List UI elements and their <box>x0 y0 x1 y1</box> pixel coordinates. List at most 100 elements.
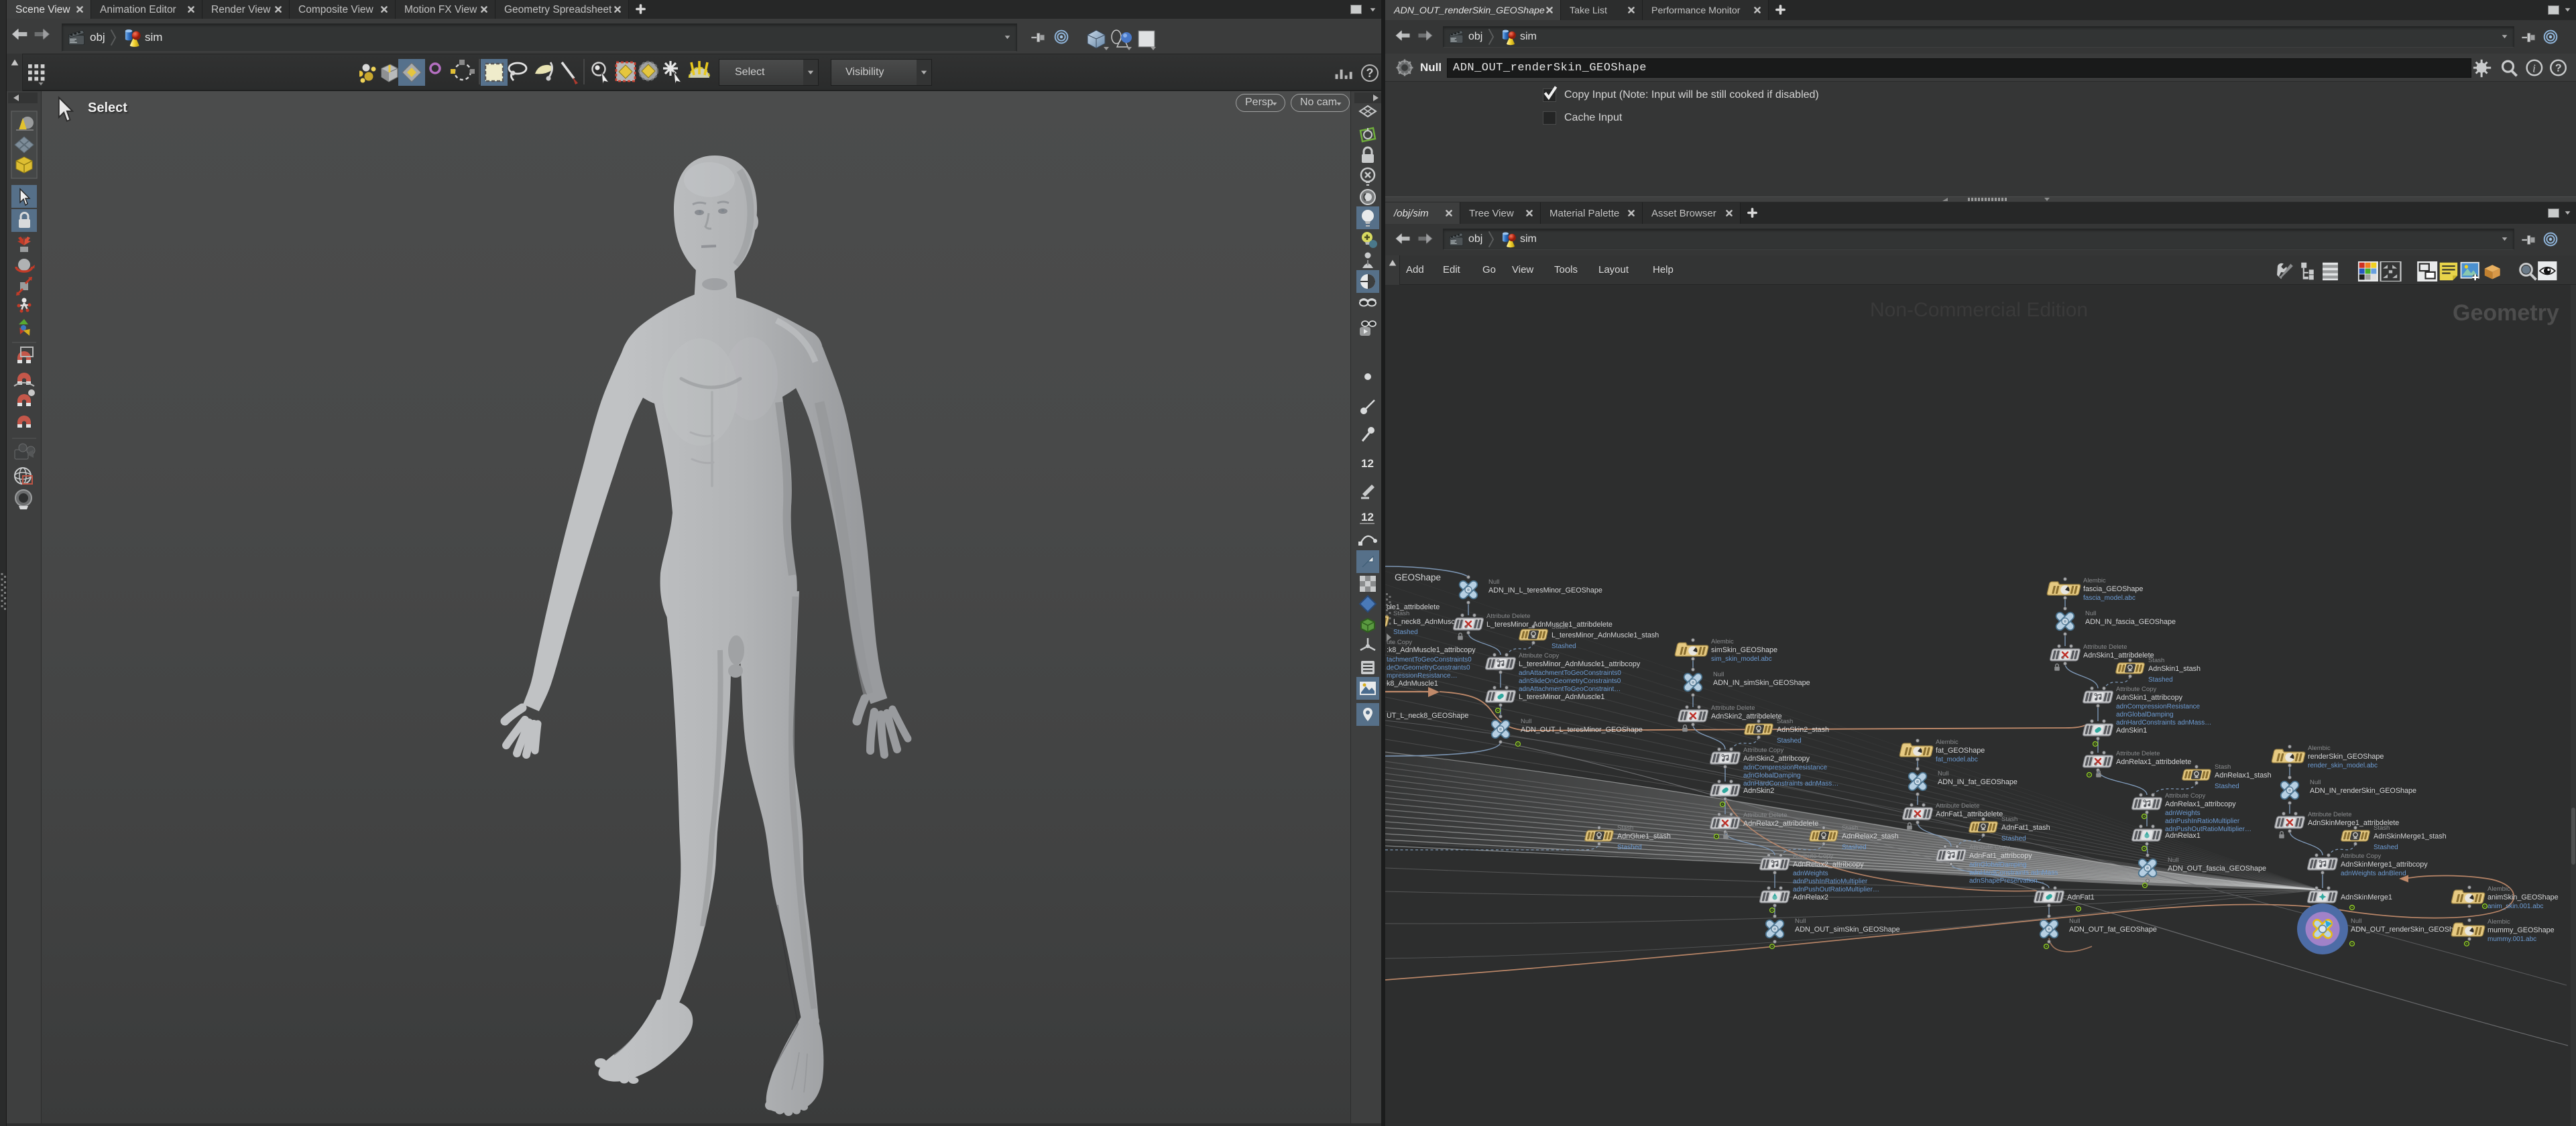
svg-text:Attribute Copy: Attribute Copy <box>2116 686 2156 693</box>
svg-text:ADN_OUT_simSkin_GEOShape: ADN_OUT_simSkin_GEOShape <box>1795 926 1900 934</box>
svg-text:ute Copy: ute Copy <box>1387 639 1412 646</box>
svg-text:adnPushOutRatioMultiplier…: adnPushOutRatioMultiplier… <box>1793 886 1879 893</box>
svg-text:Stash: Stash <box>1393 610 1409 617</box>
svg-text:Attribute Copy: Attribute Copy <box>1743 747 1783 754</box>
svg-text:Alembic: Alembic <box>1936 739 1958 746</box>
svg-text:AdnSkin1: AdnSkin1 <box>2116 727 2147 735</box>
svg-text:Stashed: Stashed <box>2374 844 2398 851</box>
svg-text:adnGlobalDamping: adnGlobalDamping <box>2116 711 2174 718</box>
svg-text:?: ? <box>2555 63 2562 74</box>
svg-text:Stashed: Stashed <box>1552 643 1576 650</box>
svg-text:adnGlobalDamping: adnGlobalDamping <box>1743 772 1801 779</box>
svg-text:AdnFat1_attribdelete: AdnFat1_attribdelete <box>1936 810 2003 818</box>
svg-text:ADN_IN_renderSkin_GEOShape: ADN_IN_renderSkin_GEOShape <box>2310 787 2416 795</box>
svg-text:Stash: Stash <box>1617 824 1633 832</box>
svg-text:Stashed: Stashed <box>1393 629 1418 636</box>
svg-text:Stash: Stash <box>2148 657 2164 664</box>
svg-text:Null: Null <box>1488 578 1499 586</box>
svg-text:adnHardConstraints adnMass…: adnHardConstraints adnMass… <box>2116 719 2211 727</box>
svg-text:AdnRelax1_stash: AdnRelax1_stash <box>2215 771 2272 779</box>
svg-text:ADN_OUT_renderSkin_GEOShape: ADN_OUT_renderSkin_GEOShape <box>2351 926 2465 934</box>
svg-text:L_neck8_AdnMusc: L_neck8_AdnMusc <box>1393 618 1455 626</box>
svg-text:sim_skin_model.abc: sim_skin_model.abc <box>1711 655 1772 663</box>
svg-text:Null: Null <box>1938 770 1948 777</box>
svg-text:adnSlideOnGeometryConstraints0: adnSlideOnGeometryConstraints0 <box>1519 678 1621 685</box>
svg-text:Stashed: Stashed <box>2148 676 2173 684</box>
svg-text:k8_AdnMuscle1: k8_AdnMuscle1 <box>1387 680 1438 688</box>
svg-text:deOnGeometryConstraints0: deOnGeometryConstraints0 <box>1387 664 1470 672</box>
svg-text:AdnRelax2_stash: AdnRelax2_stash <box>1842 832 1899 840</box>
svg-text:adnWeights adnBlend: adnWeights adnBlend <box>2341 870 2406 877</box>
svg-text:adnPushInRatioMultiplier: adnPushInRatioMultiplier <box>1793 878 1868 885</box>
svg-text:AdnSkin1_attribcopy: AdnSkin1_attribcopy <box>2116 694 2183 702</box>
svg-text:AdnSkin2_stash: AdnSkin2_stash <box>1777 726 1829 734</box>
svg-text:AdnSkinMerge1: AdnSkinMerge1 <box>2341 893 2392 901</box>
svg-text:adnCompressionResistance: adnCompressionResistance <box>1743 764 1828 771</box>
svg-text:Attribute Copy: Attribute Copy <box>1969 844 2009 851</box>
svg-text:adnAttachmentToGeoConstraint…: adnAttachmentToGeoConstraint… <box>1519 686 1621 693</box>
svg-text:ADN_IN_simSkin_GEOShape: ADN_IN_simSkin_GEOShape <box>1713 679 1810 687</box>
svg-text:AdnRelax2_attribdelete: AdnRelax2_attribdelete <box>1743 820 1818 828</box>
svg-text:Attribute Delete: Attribute Delete <box>1486 613 1530 620</box>
svg-text:Stashed: Stashed <box>2001 835 2026 842</box>
svg-text:adnWeights: adnWeights <box>1793 870 1828 877</box>
svg-text:AdnSkin2_attribdelete: AdnSkin2_attribdelete <box>1711 712 1782 721</box>
svg-text:fascia_GEOShape: fascia_GEOShape <box>2083 585 2143 593</box>
svg-text:Stashed: Stashed <box>2215 783 2239 790</box>
svg-text:AdnSkinMerge1_stash: AdnSkinMerge1_stash <box>2374 832 2447 840</box>
svg-text:Alembic: Alembic <box>2487 885 2510 893</box>
svg-text:AdnSkin1_stash: AdnSkin1_stash <box>2148 665 2201 673</box>
svg-text:Null: Null <box>2310 779 2321 786</box>
svg-text:L_teresMinor_AdnMuscle1_stash: L_teresMinor_AdnMuscle1_stash <box>1552 631 1659 639</box>
svg-text:mpressionResistance…: mpressionResistance… <box>1387 672 1458 680</box>
svg-text:Attribute Copy: Attribute Copy <box>2165 792 2205 800</box>
svg-text:fat_model.abc: fat_model.abc <box>1936 756 1978 763</box>
svg-text:ADN_IN_fat_GEOShape: ADN_IN_fat_GEOShape <box>1938 778 2017 786</box>
svg-text:GEOShape: GEOShape <box>1395 572 1441 582</box>
svg-text:AdnFat1_attribcopy: AdnFat1_attribcopy <box>1969 852 2032 860</box>
svg-text:adnCompressionResistance: adnCompressionResistance <box>2116 703 2201 710</box>
svg-text:Attribute Delete: Attribute Delete <box>1936 802 1979 810</box>
svg-text:Attribute Copy: Attribute Copy <box>2341 853 2381 860</box>
svg-text:AdnRelax2_attribcopy: AdnRelax2_attribcopy <box>1793 861 1864 869</box>
svg-text:AdnGlue1_stash: AdnGlue1_stash <box>1617 832 1671 840</box>
svg-text:L_teresMinor_AdnMuscle1_attrib: L_teresMinor_AdnMuscle1_attribcopy <box>1519 660 1641 668</box>
svg-text:UT_L_neck8_GEOShape: UT_L_neck8_GEOShape <box>1387 712 1468 720</box>
svg-text:adnGlobalDamping: adnGlobalDamping <box>1969 861 2027 869</box>
svg-text:ADN_OUT_fascia_GEOShape: ADN_OUT_fascia_GEOShape <box>2168 865 2266 873</box>
svg-text:Attribute Delete: Attribute Delete <box>1711 704 1755 712</box>
svg-text:Stash: Stash <box>2001 816 2017 823</box>
svg-text:render_skin_model.abc: render_skin_model.abc <box>2308 762 2378 769</box>
svg-text:Null: Null <box>2351 918 2361 925</box>
svg-text::k8_AdnMuscle1_attribcopy: :k8_AdnMuscle1_attribcopy <box>1387 646 1476 654</box>
svg-text:Stash: Stash <box>2215 763 2231 771</box>
svg-text:Alembic: Alembic <box>2308 745 2331 752</box>
svg-text:Attribute Delete: Attribute Delete <box>2083 643 2127 651</box>
svg-text:Stashed: Stashed <box>1842 844 1867 851</box>
svg-text:fascia_model.abc: fascia_model.abc <box>2083 595 2135 602</box>
svg-text:L_teresMinor_AdnMuscle1: L_teresMinor_AdnMuscle1 <box>1519 693 1604 701</box>
svg-text:L_teresMinor_AdnMuscle1_attrib: L_teresMinor_AdnMuscle1_attribdelete <box>1486 621 1613 629</box>
svg-text:mummy_GEOShape: mummy_GEOShape <box>2487 926 2555 934</box>
svg-text:Attribute Delete: Attribute Delete <box>1743 812 1787 819</box>
svg-text:Alembic: Alembic <box>2487 918 2510 926</box>
svg-text:AdnRelax1_attribdelete: AdnRelax1_attribdelete <box>2116 758 2191 766</box>
svg-text:AdnRelax1: AdnRelax1 <box>2165 832 2201 840</box>
svg-text:Null: Null <box>1795 918 1806 925</box>
svg-text:ADN_IN_L_teresMinor_GEOShape: ADN_IN_L_teresMinor_GEOShape <box>1488 586 1602 595</box>
svg-text:renderSkin_GEOShape: renderSkin_GEOShape <box>2308 753 2384 761</box>
svg-text:i: i <box>2532 62 2536 75</box>
svg-text:Null: Null <box>2085 610 2096 617</box>
svg-text:AdnSkin2: AdnSkin2 <box>1743 787 1774 795</box>
svg-text:AdnSkin2_attribcopy: AdnSkin2_attribcopy <box>1743 755 1810 763</box>
svg-text:AdnFat1_stash: AdnFat1_stash <box>2001 824 2050 832</box>
svg-text:Attribute Copy: Attribute Copy <box>1793 853 1833 860</box>
svg-text:adnPushInRatioMultiplier: adnPushInRatioMultiplier <box>2165 818 2240 825</box>
svg-text:ADN_OUT_fat_GEOShape: ADN_OUT_fat_GEOShape <box>2069 926 2157 934</box>
svg-text:Stash: Stash <box>2374 824 2390 832</box>
svg-text:AdnFat1: AdnFat1 <box>2067 893 2095 901</box>
svg-text:mummy.001.abc: mummy.001.abc <box>2487 936 2536 943</box>
svg-text:ADN_OUT_L_teresMinor_GEOShape: ADN_OUT_L_teresMinor_GEOShape <box>1521 726 1643 734</box>
svg-text:Attribute Copy: Attribute Copy <box>1519 652 1559 660</box>
svg-text:Stashed: Stashed <box>1777 737 1802 745</box>
